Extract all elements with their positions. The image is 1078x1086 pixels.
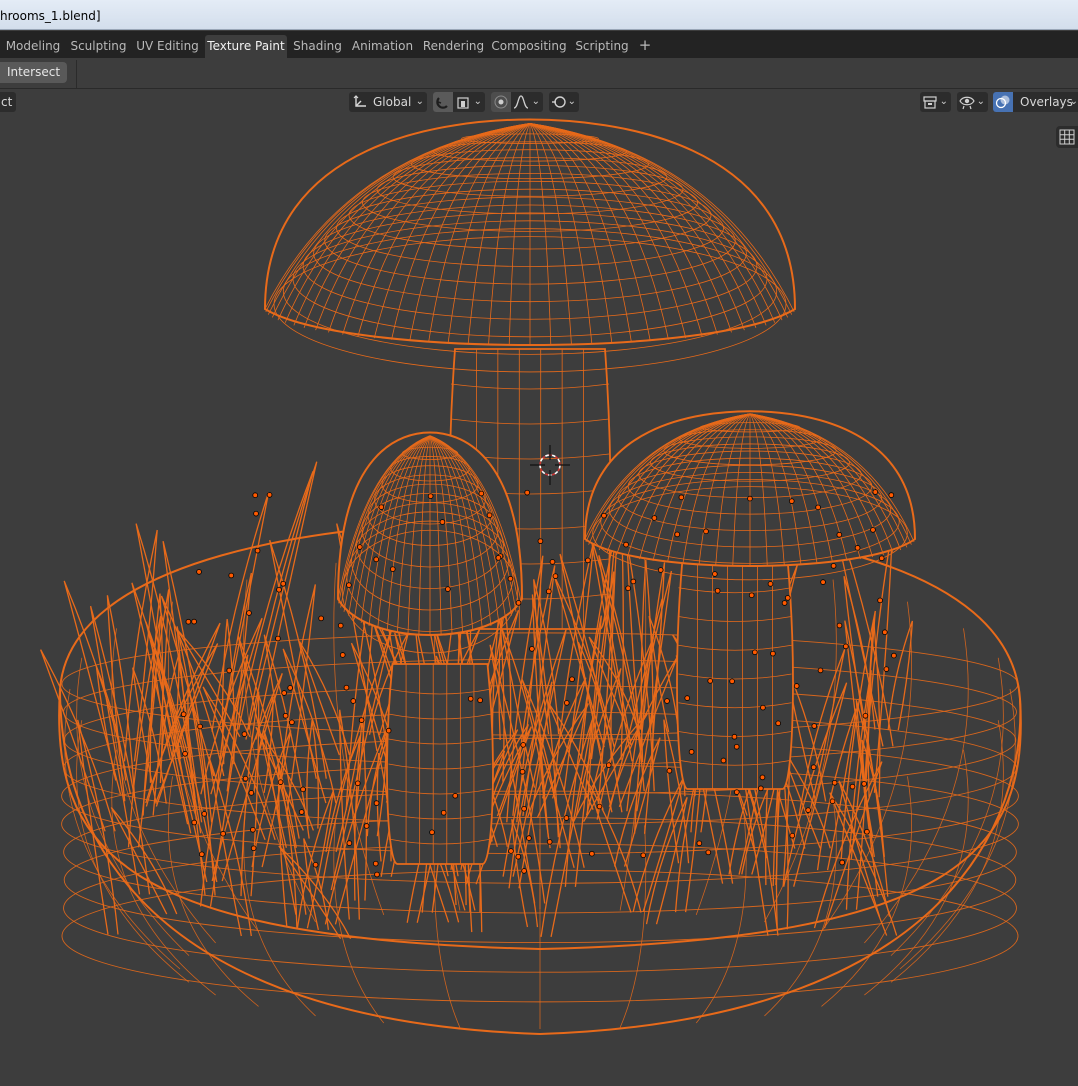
- tab-animation[interactable]: Animation: [348, 35, 417, 58]
- tab-shading[interactable]: Shading: [290, 35, 345, 58]
- window-titlebar: hrooms_1.blend]: [0, 0, 1078, 30]
- tab-uv-editing[interactable]: UV Editing: [133, 35, 202, 58]
- tab-scripting[interactable]: Scripting: [571, 35, 633, 58]
- mushroom-right-mesh: [583, 410, 917, 790]
- tab-texture-paint[interactable]: Texture Paint: [205, 35, 287, 58]
- tab-sculpting[interactable]: Sculpting: [67, 35, 130, 58]
- window-title: hrooms_1.blend]: [0, 9, 101, 23]
- tab-modeling[interactable]: Modeling: [2, 35, 64, 58]
- intersect-button[interactable]: Intersect: [0, 62, 67, 83]
- tab-compositing[interactable]: Compositing: [490, 35, 568, 58]
- header-divider: [76, 60, 77, 88]
- tool-header: Intersect: [0, 58, 1078, 89]
- 3d-viewport[interactable]: ct Global ⌄ ⌄ ⌄ ⌄ ⌄ ⌄ Overlays ⌄: [0, 89, 1078, 1086]
- wireframe-scene: [40, 118, 1022, 1036]
- tab-rendering[interactable]: Rendering: [420, 35, 487, 58]
- plus-icon[interactable]: +: [636, 35, 654, 57]
- workspace-tabs-bar: Modeling Sculpting UV Editing Texture Pa…: [0, 31, 1078, 58]
